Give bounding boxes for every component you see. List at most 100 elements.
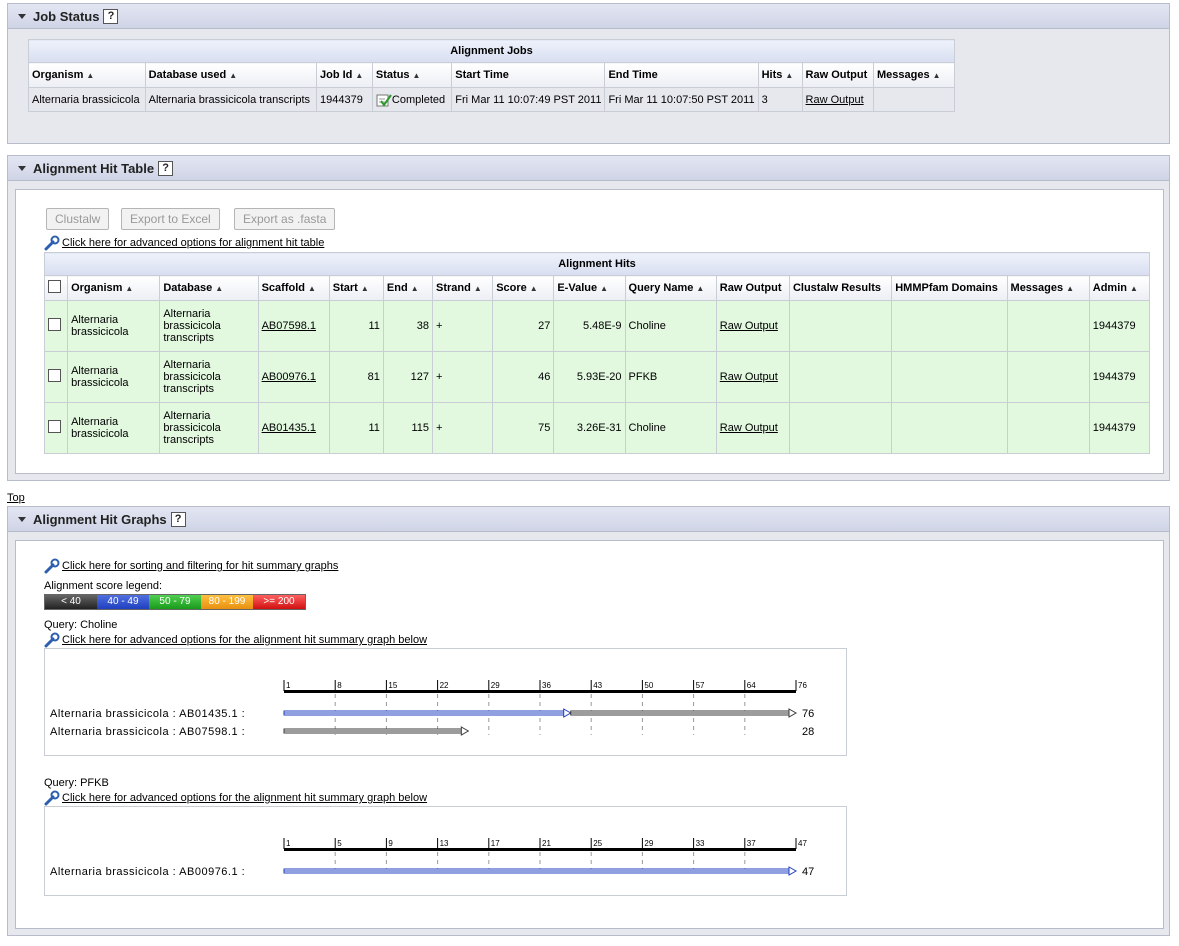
advanced-options-row: Click here for advanced options for alig…: [44, 235, 324, 251]
col-hmmpfam-domains: HMMPfam Domains: [891, 275, 1008, 301]
col-query-name[interactable]: Query Name ▲︎: [624, 275, 717, 301]
hit-admin: 1944379: [1088, 351, 1151, 403]
top-link[interactable]: Top: [7, 492, 25, 504]
hit-hmm: [891, 300, 1008, 352]
col-scaffold[interactable]: Scaffold ▲︎: [257, 275, 330, 301]
axis-tick-label: 37: [747, 839, 756, 848]
hit-admin: 1944379: [1088, 300, 1151, 352]
sort-filter-link[interactable]: Click here for sorting and filtering for…: [62, 560, 338, 572]
graph-options-link[interactable]: Click here for advanced options for the …: [62, 792, 427, 804]
table-row: Alternaria brassicicola Alternaria brass…: [28, 87, 955, 112]
help-icon[interactable]: ?: [103, 8, 119, 24]
hit-messages: [1006, 402, 1090, 454]
row-checkbox[interactable]: [48, 318, 61, 331]
hit-score: 75: [492, 402, 555, 454]
alignment-hits-table: Alignment Hits Organism ▲︎ Database ▲︎ Sca…: [43, 252, 1151, 454]
col-messages[interactable]: Messages ▲︎: [1006, 275, 1090, 301]
hit-raw-cell: Raw Output: [715, 402, 790, 454]
col-end[interactable]: End ▲︎: [382, 275, 434, 301]
advanced-options-link[interactable]: Click here for advanced options for alig…: [62, 237, 324, 249]
col-evalue[interactable]: E-Value ▲︎: [553, 275, 626, 301]
raw-output-link[interactable]: Raw Output: [720, 320, 778, 332]
legend-40-49: 40 - 49: [97, 595, 149, 609]
col-messages[interactable]: Messages ▲︎: [873, 62, 955, 88]
job-end-time: Fri Mar 11 10:07:50 PST 2011: [604, 87, 759, 112]
hit-graphs-header[interactable]: Alignment Hit Graphs ?: [8, 507, 1169, 532]
graph-options-link[interactable]: Click here for advanced options for the …: [62, 634, 427, 646]
help-icon[interactable]: ?: [158, 160, 174, 176]
hit-score-label: 76: [802, 708, 814, 720]
row-checkbox[interactable]: [48, 369, 61, 382]
job-status-text: Completed: [391, 93, 446, 106]
export-excel-button[interactable]: Export to Excel: [121, 208, 220, 230]
col-end-time: End Time: [604, 62, 759, 88]
hit-scaffold-cell: AB01435.1: [257, 402, 330, 454]
hit-clustalw: [788, 351, 893, 403]
select-all-checkbox[interactable]: [48, 280, 61, 293]
alignment-jobs-table: Alignment Jobs Organism ▲︎ Database used ▲…: [28, 39, 955, 112]
help-icon[interactable]: ?: [170, 511, 186, 527]
hit-start: 81: [328, 351, 384, 403]
raw-output-link[interactable]: Raw Output: [720, 371, 778, 383]
col-hits[interactable]: Hits ▲︎: [757, 62, 803, 88]
axis-tick-label: 8: [337, 681, 342, 690]
job-organism: Alternaria brassicicola: [28, 87, 146, 112]
raw-output-link[interactable]: Raw Output: [806, 94, 864, 106]
axis-tick-label: 5: [337, 839, 342, 848]
export-fasta-button[interactable]: Export as .fasta: [234, 208, 336, 230]
hit-evalue: 3.26E-31: [553, 402, 626, 454]
job-hits: 3: [757, 87, 803, 112]
hit-database: Alternaria brassicicola transcripts: [159, 351, 259, 403]
scaffold-link[interactable]: AB01435.1: [262, 422, 316, 434]
completed-check-icon: [376, 93, 392, 107]
col-score[interactable]: Score ▲︎: [492, 275, 555, 301]
hit-graphs-panel: Alignment Hit Graphs ? Click here for so…: [7, 506, 1170, 936]
col-job-id[interactable]: Job Id ▲︎: [316, 62, 373, 88]
col-organism[interactable]: Organism ▲︎: [28, 62, 146, 88]
clustalw-button[interactable]: Clustalw: [46, 208, 110, 230]
hit-label: Alternaria brassicicola : AB00976.1 :: [50, 866, 245, 878]
col-database[interactable]: Database ▲︎: [159, 275, 259, 301]
hit-organism: Alternaria brassicicola: [67, 351, 161, 403]
axis-tick-label: 29: [491, 681, 500, 690]
collapse-icon[interactable]: [18, 13, 26, 19]
graph-canvas: 1 5 9 13 17 21 25 29 33 37 47 Alternaria brassicico…: [50, 838, 814, 878]
col-strand[interactable]: Strand ▲︎: [432, 275, 494, 301]
hit-clustalw: [788, 402, 893, 454]
hit-scaffold-cell: AB07598.1: [257, 300, 330, 352]
job-status-header[interactable]: Job Status ?: [8, 4, 1169, 29]
row-checkbox[interactable]: [48, 420, 61, 433]
axis-tick-label: 9: [388, 839, 393, 848]
hit-arrowhead: [788, 866, 798, 876]
hit-query: PFKB: [624, 351, 717, 403]
axis-line: [284, 848, 796, 851]
axis-tick-label: 50: [644, 681, 653, 690]
col-start[interactable]: Start ▲︎: [328, 275, 384, 301]
graph-options-row: Click here for advanced options for the …: [44, 790, 427, 806]
col-admin[interactable]: Admin ▲︎: [1088, 275, 1151, 301]
hit-table-panel: Alignment Hit Table ? Clustalw Export to…: [7, 155, 1170, 481]
hit-query: Choline: [624, 300, 717, 352]
col-status[interactable]: Status ▲︎: [371, 62, 453, 88]
raw-output-link[interactable]: Raw Output: [720, 422, 778, 434]
row-checkbox-cell: [43, 351, 69, 403]
hit-table-header[interactable]: Alignment Hit Table ?: [8, 156, 1169, 181]
collapse-icon[interactable]: [18, 516, 26, 522]
axis-tick-label: 1: [286, 839, 291, 848]
legend-lt40: < 40: [45, 595, 97, 609]
query-label: Query: PFKB: [44, 777, 109, 789]
scaffold-link[interactable]: AB07598.1: [262, 320, 316, 332]
hit-end: 38: [382, 300, 434, 352]
collapse-icon[interactable]: [18, 165, 26, 171]
hit-table-title: Alignment Hit Table: [33, 160, 155, 176]
col-database[interactable]: Database used ▲︎: [144, 62, 318, 88]
table-row: Alternaria brassicicola Alternaria brass…: [43, 402, 1151, 454]
scaffold-link[interactable]: AB00976.1: [262, 371, 316, 383]
col-organism[interactable]: Organism ▲︎: [67, 275, 161, 301]
job-status-panel: Job Status ? Alignment Jobs Organism ▲︎ D…: [7, 3, 1170, 144]
hit-score-label: 28: [802, 726, 814, 738]
job-messages: [873, 87, 955, 112]
hit-arrowhead: [563, 708, 572, 718]
axis-tick-label: 1: [286, 681, 291, 690]
axis-tick-label: 47: [798, 839, 807, 848]
